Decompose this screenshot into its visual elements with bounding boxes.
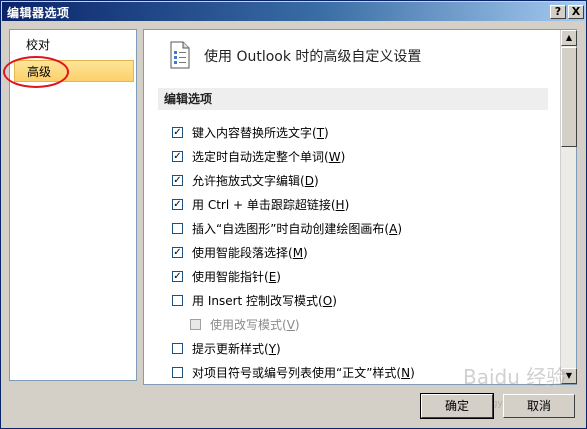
- option-label-text: 用 Ctrl + 单击跟踪超链接(: [192, 198, 336, 212]
- option-accelerator: O: [322, 294, 333, 308]
- checkbox[interactable]: ✓: [172, 199, 183, 210]
- option-label: 键入内容替换所选文字(T): [192, 124, 329, 142]
- cancel-button[interactable]: 取消: [503, 394, 575, 418]
- option-label-suffix: ): [303, 246, 308, 260]
- checkbox[interactable]: ✓: [172, 127, 183, 138]
- option-label: 提示更新样式(Y): [192, 340, 281, 358]
- nav-item-proofing[interactable]: 校对: [14, 34, 134, 56]
- option-label: 对项目符号或编号列表使用“正文”样式(N): [192, 364, 415, 382]
- option-accelerator: V: [286, 318, 295, 332]
- scroll-up-button[interactable]: ▲: [561, 30, 577, 46]
- option-label-text: 用 Insert 控制改写模式(: [192, 294, 323, 308]
- option-accelerator: W: [328, 150, 341, 164]
- option-label-suffix: ): [276, 342, 281, 356]
- option-label-text: 选定时自动选定整个单词(: [192, 150, 329, 164]
- option-label-suffix: ): [332, 294, 337, 308]
- option-label-suffix: ): [410, 366, 415, 380]
- scroll-thumb[interactable]: [561, 47, 577, 147]
- option-accelerator: D: [304, 174, 314, 188]
- document-settings-icon: [170, 41, 190, 69]
- option-label-suffix: ): [294, 318, 300, 332]
- option-accelerator: T: [316, 126, 325, 140]
- option-label-text: 使用智能段落选择(: [192, 246, 293, 260]
- editor-options-dialog: 编辑器选项 ? X 校对 高级 使用 Outlook 时的高级自定义设置 编辑选…: [0, 0, 587, 429]
- checkbox[interactable]: ✓: [172, 151, 183, 162]
- option-label-text: 提示更新样式(: [192, 342, 269, 356]
- window-title: 编辑器选项: [7, 6, 70, 20]
- option-label-text: 允许拖放式文字编辑(: [192, 174, 305, 188]
- checkbox[interactable]: ✓: [172, 175, 183, 186]
- checkbox[interactable]: ✓: [172, 247, 183, 258]
- option-label-text: 键入内容替换所选文字(: [192, 126, 317, 140]
- help-button[interactable]: ?: [550, 5, 566, 19]
- option-label-suffix: ): [324, 126, 329, 140]
- checkbox[interactable]: [172, 295, 183, 306]
- panel-title: 使用 Outlook 时的高级自定义设置: [204, 49, 422, 65]
- option-label-suffix: ): [313, 174, 319, 188]
- category-nav: 校对 高级: [9, 29, 137, 381]
- option-label-suffix: ): [276, 270, 281, 284]
- scroll-down-button[interactable]: ▼: [561, 368, 577, 384]
- option-accelerator: M: [292, 246, 304, 260]
- section-header-editing: 编辑选项: [158, 88, 548, 110]
- option-label-text: 对项目符号或编号列表使用“正文”样式(: [192, 366, 402, 380]
- option-label-suffix: ): [397, 222, 403, 236]
- close-button[interactable]: X: [568, 5, 584, 19]
- option-accelerator: Y: [268, 342, 277, 356]
- option-label: 插入“自选图形”时自动创建绘图画布(A): [192, 220, 402, 238]
- option-label-text: 使用智能指针(: [192, 270, 269, 284]
- settings-panel: 使用 Outlook 时的高级自定义设置 编辑选项 ✓ 键入内容替换所选文字(T)…: [143, 29, 577, 385]
- option-accelerator: H: [335, 198, 345, 212]
- checkbox: [190, 319, 201, 330]
- option-label: 选定时自动选定整个单词(W): [192, 148, 345, 166]
- option-label: 使用改写模式(V): [210, 316, 300, 334]
- checkbox[interactable]: [172, 343, 183, 354]
- checkbox[interactable]: [172, 367, 183, 378]
- nav-item-advanced[interactable]: 高级: [14, 60, 134, 82]
- option-label: 使用智能指针(E): [192, 268, 281, 286]
- option-label: 用 Ctrl + 单击跟踪超链接(H): [192, 196, 349, 214]
- option-label-text: 使用改写模式(: [210, 318, 287, 332]
- option-label: 允许拖放式文字编辑(D): [192, 172, 319, 190]
- option-label-suffix: ): [344, 198, 350, 212]
- ok-button[interactable]: 确定: [420, 393, 494, 419]
- option-label-text: 插入“自选图形”时自动创建绘图画布(: [192, 222, 390, 236]
- option-label: 用 Insert 控制改写模式(O): [192, 292, 337, 310]
- checkbox[interactable]: ✓: [172, 271, 183, 282]
- option-label-suffix: ): [340, 150, 346, 164]
- vertical-scrollbar[interactable]: ▲ ▼: [560, 30, 577, 384]
- title-bar[interactable]: 编辑器选项 ? X: [2, 2, 585, 21]
- checkbox[interactable]: [172, 223, 183, 234]
- option-accelerator: N: [401, 366, 411, 380]
- option-label: 使用智能段落选择(M): [192, 244, 308, 262]
